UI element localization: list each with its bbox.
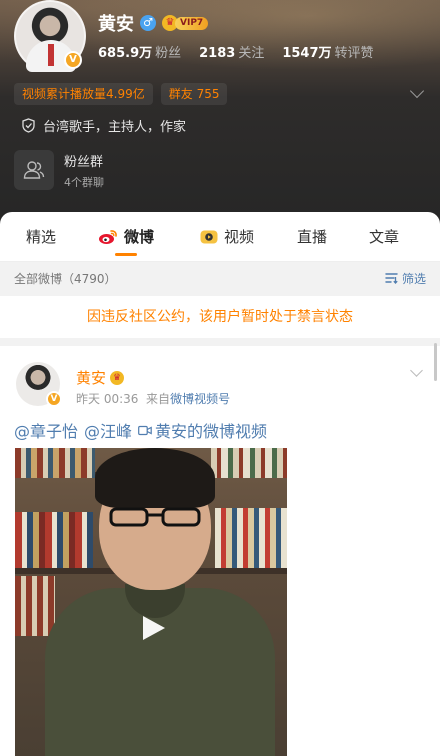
play-icon[interactable] — [139, 614, 167, 642]
stat-label: 粉丝 — [155, 46, 182, 61]
tab-label: 直播 — [297, 227, 328, 246]
gender-male-icon: ♂ — [140, 15, 156, 31]
chevron-down-icon[interactable] — [410, 364, 423, 377]
profile-header: V 黄安 ♂ ♛ VIP7 685.9万 粉丝 2183 关注 1547万 转评赞 视… — [0, 0, 440, 232]
stat-followers[interactable]: 685.9万 粉丝 — [98, 42, 181, 61]
video-plays-pill[interactable]: 视频累计播放量4.99亿 — [14, 83, 153, 105]
tab-label: 精选 — [26, 227, 57, 246]
profile-name: 黄安 — [98, 14, 134, 35]
vip-badge[interactable]: ♛ VIP7 — [162, 15, 209, 31]
filter-icon — [385, 273, 398, 284]
post-source-link[interactable]: 微博视频号 — [170, 392, 230, 406]
scrollbar[interactable] — [434, 343, 437, 381]
filter-bar: 全部微博（4790） 筛选 — [0, 262, 440, 294]
video-thumbnail[interactable] — [15, 448, 287, 756]
tab-video[interactable]: 视频 — [200, 212, 254, 262]
tab-label: 视频 — [224, 227, 255, 246]
fan-group-entry[interactable]: 粉丝群 4个群聊 — [14, 150, 104, 190]
tab-label: 文章 — [369, 227, 400, 246]
vip-level-label: VIP7 — [175, 16, 209, 30]
ban-notice: 因违反社区公约，该用户暂时处于禁言状态 — [0, 296, 440, 338]
group-members-pill[interactable]: 群友 755 — [160, 83, 228, 105]
profile-tabs: 精选 微博 视频 直播 文章 — [0, 212, 440, 262]
video-icon — [200, 230, 218, 243]
tab-weibo[interactable]: 微博 — [98, 212, 154, 262]
crown-icon: ♛ — [110, 370, 125, 385]
post-author-name[interactable]: 黄安 — [76, 367, 106, 388]
all-posts-count[interactable]: 全部微博（4790） — [14, 270, 117, 287]
pill-count: 755 — [196, 87, 220, 101]
filter-label: 筛选 — [401, 271, 426, 286]
stat-value: 2183 — [199, 46, 236, 61]
fan-group-subtitle: 4个群聊 — [64, 175, 104, 189]
stat-value: 1547万 — [282, 46, 332, 61]
stat-value: 685.9万 — [98, 46, 153, 61]
post-time: 昨天 00:36 — [76, 392, 139, 406]
post-author-row: 黄安 ♛ — [76, 367, 125, 388]
video-person-hair — [95, 448, 215, 508]
post-source-prefix: 来自 — [146, 392, 171, 406]
group-icon — [14, 150, 54, 190]
books — [211, 448, 287, 478]
stat-label: 关注 — [238, 46, 265, 61]
tab-articles[interactable]: 文章 — [369, 212, 399, 262]
verification-row: 台湾歌手，主持人，作家 — [22, 116, 186, 135]
video-camera-icon — [138, 425, 152, 435]
tab-label: 微博 — [124, 227, 155, 246]
post-meta: 昨天 00:36 来自微博视频号 — [76, 390, 230, 407]
fan-group-title: 粉丝群 — [64, 154, 104, 170]
books — [15, 448, 95, 478]
books — [15, 512, 93, 568]
stat-label: 转评赞 — [334, 46, 374, 61]
books — [215, 508, 287, 568]
verification-text: 台湾歌手，主持人，作家 — [43, 120, 187, 135]
post-card: V 黄安 ♛ 昨天 00:36 来自微博视频号 @章子怡 @汪峰 黄安的微博视频 — [0, 346, 440, 756]
glasses — [109, 507, 201, 527]
mention-link[interactable]: @章子怡 — [14, 418, 78, 442]
stat-likes[interactable]: 1547万 转评赞 — [282, 42, 373, 61]
profile-stats: 685.9万 粉丝 2183 关注 1547万 转评赞 — [98, 42, 374, 61]
profile-name-row: 黄安 ♂ ♛ VIP7 — [98, 10, 209, 36]
filter-button[interactable]: 筛选 — [385, 270, 426, 287]
mention-link[interactable]: @汪峰 — [84, 418, 132, 442]
verified-badge-icon: V — [64, 51, 82, 69]
video-link[interactable]: 黄安的微博视频 — [138, 418, 267, 442]
profile-pills: 视频累计播放量4.99亿 群友 755 — [14, 83, 228, 105]
video-link-label: 黄安的微博视频 — [155, 422, 268, 441]
books — [15, 576, 55, 636]
tab-featured[interactable]: 精选 — [26, 212, 56, 262]
tab-live[interactable]: 直播 — [297, 212, 327, 262]
post-text: @章子怡 @汪峰 黄安的微博视频 — [14, 418, 267, 442]
pill-label: 群友 — [168, 87, 193, 101]
avatar-tie — [48, 44, 54, 66]
shield-icon — [22, 118, 35, 133]
verified-badge-icon: V — [46, 391, 62, 407]
chevron-down-icon[interactable] — [409, 83, 425, 99]
stat-following[interactable]: 2183 关注 — [199, 42, 264, 61]
weibo-icon — [99, 229, 117, 244]
